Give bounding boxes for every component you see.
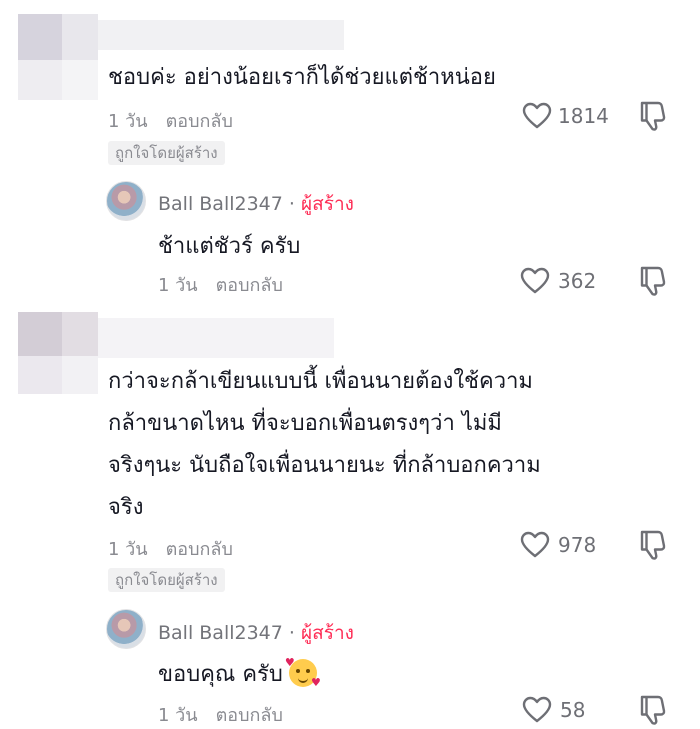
reply-time: 1 วัน: [158, 275, 198, 296]
reply-text: ขอบคุณ ครับ ♥ ♥: [158, 656, 321, 691]
reply-meta: 1 วัน ตอบกลับ: [158, 700, 283, 729]
reply-author-line: Ball Ball2347 · ผู้สร้าง: [158, 618, 354, 648]
reply-author[interactable]: Ball Ball2347: [158, 622, 283, 644]
comment-text-line: จริงๆนะ นับถือใจเพื่อนนายนะ ที่กล้าบอกคว…: [108, 453, 541, 478]
comment-meta: 1 วัน ตอบกลับ: [108, 106, 233, 135]
reply-meta: 1 วัน ตอบกลับ: [158, 270, 283, 299]
separator-dot: ·: [288, 193, 295, 215]
dislike-icon[interactable]: [638, 100, 668, 132]
reply-avatar[interactable]: [106, 609, 146, 649]
reply-text: ช้าแต่ชัวร์ ครับ: [158, 234, 301, 259]
smiling-face-with-hearts-icon: ♥ ♥: [284, 656, 321, 689]
dislike-icon[interactable]: [638, 529, 668, 561]
like-count: 1814: [558, 104, 609, 128]
like-count: 362: [558, 269, 597, 293]
reply-button[interactable]: ตอบกลับ: [166, 539, 233, 560]
like-count: 978: [558, 533, 597, 557]
reply-text-content: ขอบคุณ ครับ: [158, 662, 283, 687]
liked-by-creator-badge: ถูกใจโดยผู้สร้าง: [108, 568, 225, 592]
blurred-username[interactable]: [98, 20, 344, 50]
creator-label: ผู้สร้าง: [301, 622, 354, 644]
blurred-avatar[interactable]: [18, 312, 98, 394]
heart-icon[interactable]: [520, 531, 550, 559]
comment-time: 1 วัน: [108, 539, 148, 560]
comment-meta: 1 วัน ตอบกลับ: [108, 534, 233, 563]
comment-text-line: กว่าจะกล้าเขียนแบบนี้ เพื่อนนายต้องใช้คว…: [108, 369, 533, 394]
heart-icon[interactable]: [520, 267, 550, 295]
heart-icon[interactable]: [522, 102, 552, 130]
comment-time: 1 วัน: [108, 111, 148, 132]
reply-avatar[interactable]: [106, 181, 146, 221]
reply-button[interactable]: ตอบกลับ: [216, 275, 283, 296]
heart-icon[interactable]: [522, 696, 552, 724]
creator-label: ผู้สร้าง: [301, 193, 354, 215]
blurred-username[interactable]: [98, 318, 334, 358]
reply-author[interactable]: Ball Ball2347: [158, 193, 283, 215]
dislike-icon[interactable]: [638, 265, 668, 297]
dislike-icon[interactable]: [638, 694, 668, 726]
comment-text: ชอบค่ะ อย่างน้อยเราก็ได้ช่วยแต่ช้าหน่อย: [108, 65, 496, 90]
reply-time: 1 วัน: [158, 705, 198, 726]
liked-by-creator-badge: ถูกใจโดยผู้สร้าง: [108, 141, 225, 165]
reply-button[interactable]: ตอบกลับ: [216, 705, 283, 726]
comment-text-line: กล้าขนาดไหน ที่จะบอกเพื่อนตรงๆว่า ไม่มี: [108, 411, 502, 436]
reply-button[interactable]: ตอบกลับ: [166, 111, 233, 132]
reply-author-line: Ball Ball2347 · ผู้สร้าง: [158, 189, 354, 219]
separator-dot: ·: [288, 622, 295, 644]
blurred-avatar[interactable]: [18, 14, 98, 100]
like-count: 58: [560, 698, 586, 722]
comment-text-line: จริง: [108, 495, 144, 520]
